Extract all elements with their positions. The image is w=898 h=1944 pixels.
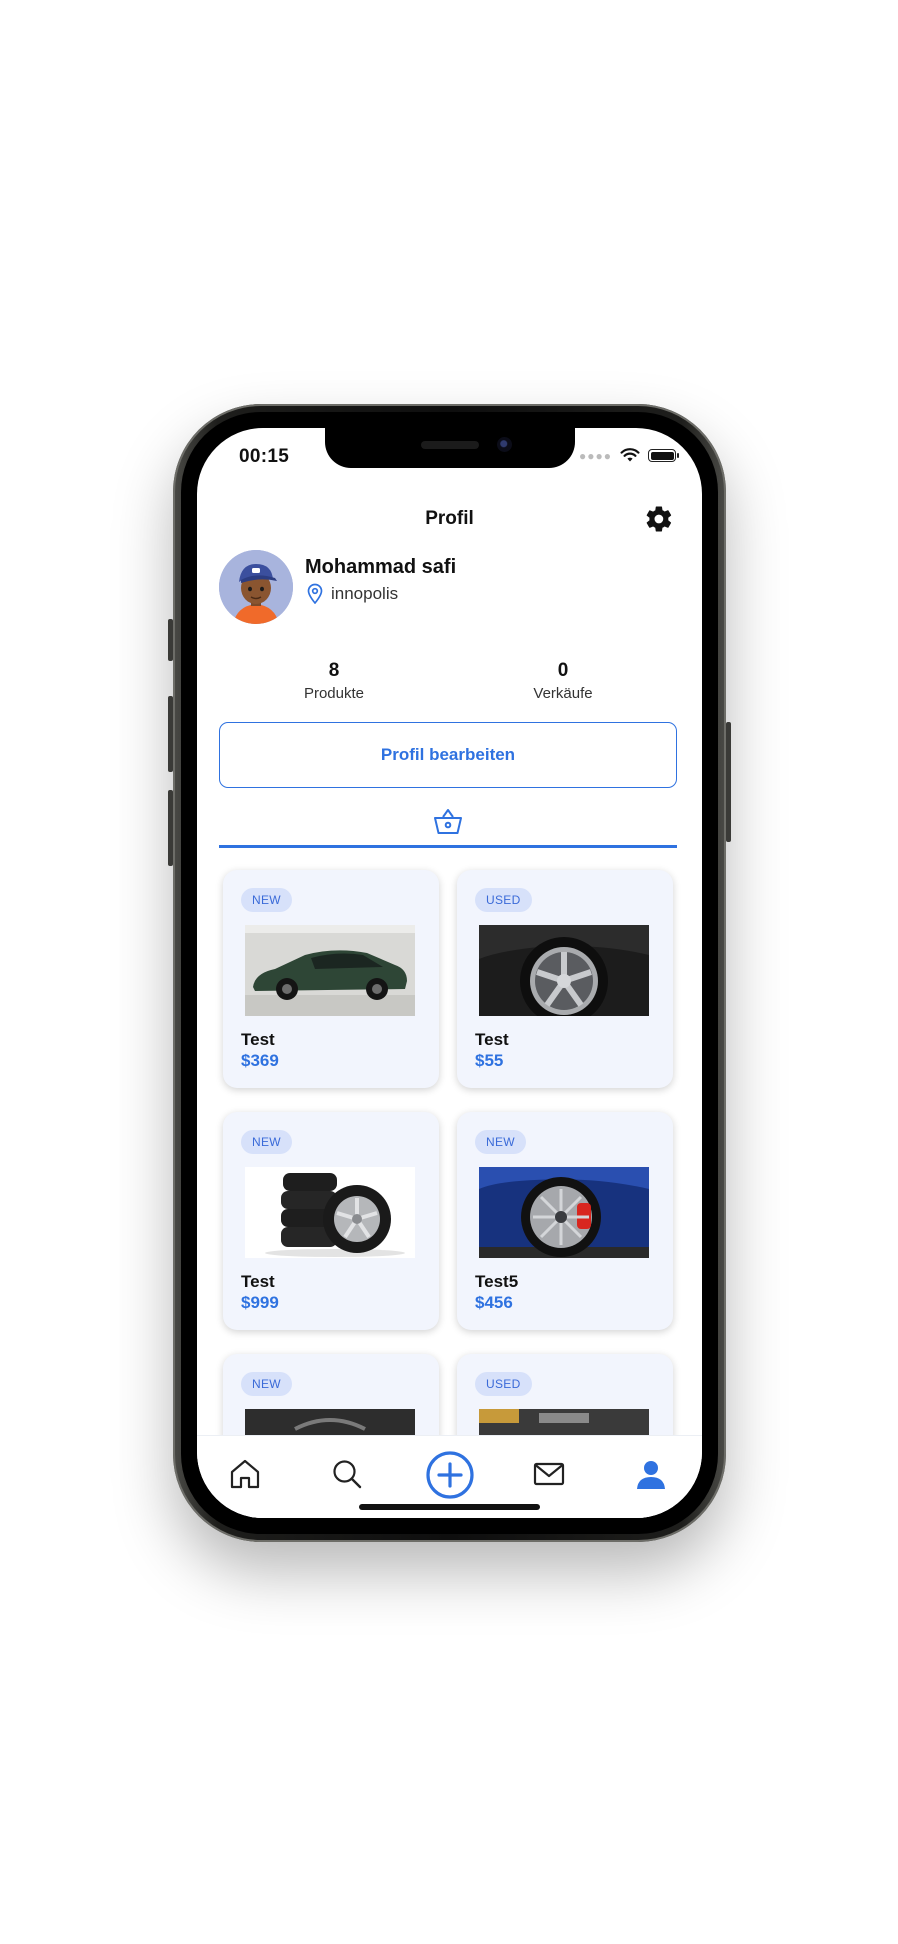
screen: 00:15 ●●●● Profil Mohammad safi innopoli…	[197, 428, 702, 1518]
volume-up-button	[168, 696, 173, 772]
condition-badge: NEW	[241, 888, 292, 912]
product-image	[479, 925, 649, 1016]
stat-sales-value: 0	[557, 660, 569, 681]
notch	[325, 428, 575, 468]
status-icons: ●●●●	[579, 448, 679, 463]
product-price: $55	[475, 1051, 504, 1070]
product-title: Test5	[475, 1272, 519, 1291]
user-icon	[637, 1461, 665, 1489]
wifi-icon	[620, 448, 640, 462]
stat-sales-label: Verkäufe	[533, 685, 593, 702]
user-name: Mohammad safi	[305, 556, 457, 578]
home-indicator	[359, 1504, 540, 1510]
plus-circle-icon	[426, 1451, 474, 1499]
gear-icon[interactable]	[644, 504, 674, 534]
stat-products-value: 8	[328, 660, 340, 681]
speaker	[421, 441, 479, 449]
product-card[interactable]: NEW	[223, 1112, 439, 1330]
tab-indicator	[219, 845, 677, 848]
signal-icon: ●●●●	[579, 448, 612, 463]
nav-profile[interactable]	[631, 1454, 671, 1494]
battery-icon	[648, 449, 679, 462]
product-card[interactable]: NEW Test5 $456	[457, 1112, 673, 1330]
location-pin-icon	[307, 583, 323, 604]
phone-frame: 00:15 ●●●● Profil Mohammad safi innopoli…	[168, 404, 731, 1542]
nav-search[interactable]	[327, 1454, 367, 1494]
mail-icon	[533, 1462, 565, 1486]
stat-products: 8 Produkte	[264, 660, 404, 702]
product-title: Test	[241, 1030, 275, 1049]
edit-profile-button[interactable]: Profil bearbeiten	[219, 722, 677, 788]
product-card[interactable]: USED Test $55	[457, 870, 673, 1088]
mute-switch	[168, 619, 173, 661]
nav-home[interactable]	[225, 1454, 265, 1494]
product-price: $999	[241, 1293, 279, 1312]
product-price: $456	[475, 1293, 513, 1312]
condition-badge: USED	[475, 1372, 532, 1396]
page-title: Profil	[425, 508, 474, 529]
condition-badge: NEW	[241, 1130, 292, 1154]
tab-products[interactable]	[219, 808, 677, 848]
location: innopolis	[307, 583, 398, 604]
product-price: $369	[241, 1051, 279, 1070]
stat-products-label: Produkte	[303, 685, 365, 702]
volume-down-button	[168, 790, 173, 866]
home-icon	[230, 1459, 260, 1489]
avatar-illustration	[219, 550, 293, 624]
product-title: Test	[241, 1272, 275, 1291]
location-text: innopolis	[331, 583, 399, 603]
product-title: Test	[475, 1030, 509, 1049]
condition-badge: NEW	[475, 1130, 526, 1154]
condition-badge: USED	[475, 888, 532, 912]
status-time: 00:15	[239, 446, 290, 467]
nav-messages[interactable]	[529, 1454, 569, 1494]
product-image	[479, 1167, 649, 1258]
power-button	[726, 722, 731, 842]
avatar	[219, 550, 293, 624]
product-card[interactable]: NEW Test $369	[223, 870, 439, 1088]
nav-add[interactable]	[425, 1450, 475, 1500]
product-image	[245, 925, 415, 1016]
basket-icon	[434, 809, 462, 834]
product-image	[245, 1167, 415, 1258]
front-camera	[497, 437, 512, 452]
bottom-nav	[197, 1435, 702, 1518]
condition-badge: NEW	[241, 1372, 292, 1396]
stat-sales: 0 Verkäufe	[493, 660, 633, 702]
search-icon	[333, 1460, 362, 1489]
